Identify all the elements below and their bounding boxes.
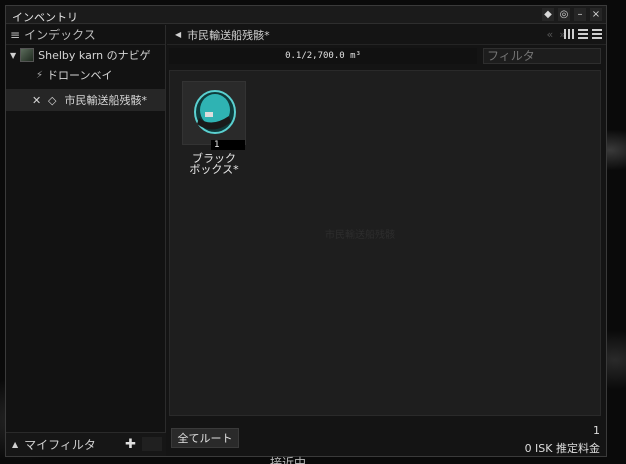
wreck-icon: ◇: [48, 93, 57, 107]
filter-toggle[interactable]: [142, 437, 162, 451]
item-grid[interactable]: 市民輸送船残骸 1 ブラック ボックス*: [169, 70, 601, 416]
ship-icon: [20, 48, 35, 62]
inventory-window: インベントリ ◆ ◎ – × ≡ インデックス ▼ Shelby karn のナ…: [5, 5, 607, 457]
tree-item-drone-bay[interactable]: ⚡ ドローンベイ: [6, 65, 165, 85]
loot-all-button[interactable]: 全てルート: [171, 428, 239, 448]
drone-bay-icon: ⚡: [36, 69, 44, 81]
index-panel: ≡ インデックス ▼ Shelby karn のナビゲ ⚡ ドローンベイ ✕ ◇…: [6, 25, 166, 456]
expand-caret-icon[interactable]: ▼: [10, 51, 16, 60]
pin-icon[interactable]: ◆: [542, 8, 554, 21]
drone-bay-label: ドローンベイ: [47, 69, 113, 82]
settings-icon[interactable]: ◎: [558, 8, 570, 21]
minimize-icon[interactable]: –: [574, 8, 586, 21]
remove-icon[interactable]: ✕: [32, 94, 41, 107]
item-count: 1: [593, 424, 600, 437]
black-box-icon[interactable]: 1: [182, 81, 246, 150]
wreck-label: 市民輸送船残骸*: [64, 94, 147, 107]
my-filter-bar[interactable]: ▲ マイフィルタ ✚: [6, 432, 166, 456]
window-title: インベントリ: [12, 11, 78, 24]
menu-icon[interactable]: ≡: [10, 28, 20, 42]
container-header: ◀ 市民輸送船残骸* « »: [167, 25, 606, 45]
breadcrumb-title: 市民輸送船残骸*: [187, 28, 270, 42]
ship-label: Shelby karn のナビゲ: [38, 49, 151, 62]
action-bar: 全てルート 1 0 ISK 推定料金: [169, 422, 606, 458]
item-black-box[interactable]: 1 ブラック ボックス*: [182, 81, 246, 175]
icon-view-icon[interactable]: [564, 29, 574, 39]
collapse-caret-icon[interactable]: ▲: [12, 440, 18, 449]
my-filter-label: マイフィルタ: [24, 438, 96, 452]
tree-item-ship[interactable]: ▼ Shelby karn のナビゲ: [6, 45, 165, 65]
add-filter-icon[interactable]: ✚: [125, 437, 136, 452]
approach-status-text: 接近中: [270, 456, 307, 464]
history-back-icon[interactable]: «: [547, 28, 554, 41]
estimated-value: 0 ISK 推定料金: [524, 442, 600, 455]
filter-input[interactable]: [483, 48, 601, 64]
tree-item-wreck[interactable]: ✕ ◇ 市民輸送船残骸*: [6, 89, 165, 111]
index-header[interactable]: ≡ インデックス: [6, 25, 165, 45]
container-watermark: 市民輸送船残骸: [325, 230, 395, 241]
details-view-icon[interactable]: [578, 29, 588, 39]
view-mode-icons: [564, 29, 602, 39]
window-controls: ◆ ◎ – ×: [542, 8, 602, 21]
title-bar[interactable]: インベントリ ◆ ◎ – ×: [6, 6, 606, 24]
back-caret-icon[interactable]: ◀: [175, 30, 181, 39]
item-label: ブラック ボックス*: [189, 152, 239, 176]
close-icon[interactable]: ×: [590, 8, 602, 21]
container-panel: ◀ 市民輸送船残骸* « » 0.1/2,700.0 m³ 市民輸送船残骸: [167, 25, 606, 456]
item-quantity: 1: [211, 140, 245, 150]
list-view-icon[interactable]: [592, 29, 602, 39]
capacity-text: 0.1/2,700.0 m³: [285, 51, 361, 61]
capacity-gauge: 0.1/2,700.0 m³: [169, 48, 477, 64]
index-label: インデックス: [24, 28, 96, 42]
